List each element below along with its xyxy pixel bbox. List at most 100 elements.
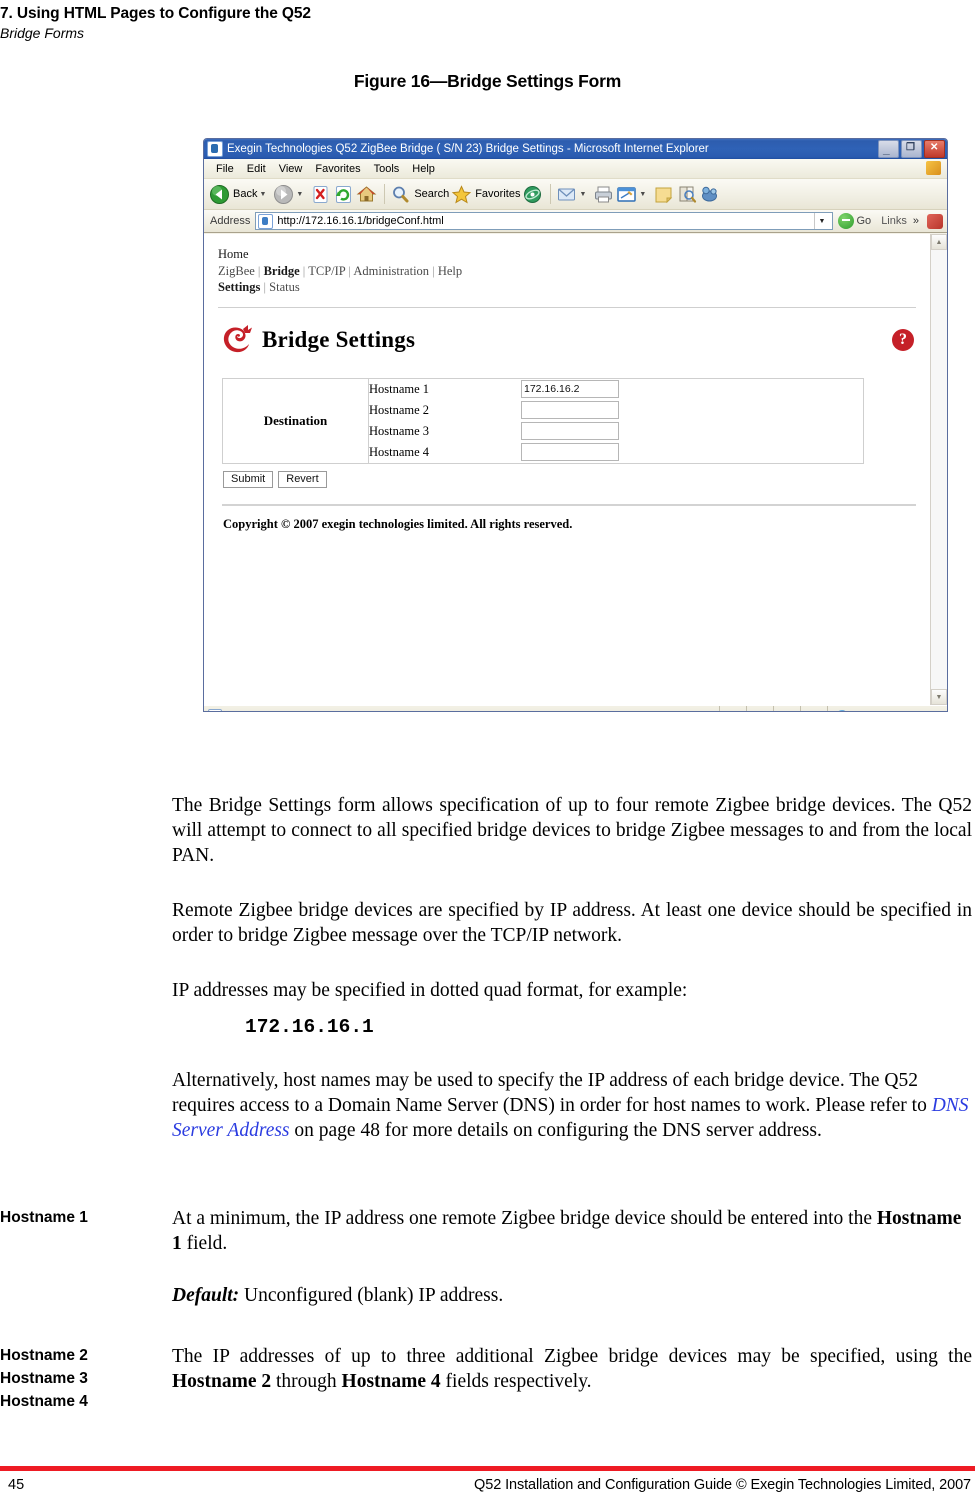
hostname-4-label: Hostname 4 [369, 444, 430, 459]
web-page-content: Home ZigBee | Bridge | TCP/IP | Administ… [204, 234, 930, 705]
back-button[interactable]: Back ▼ [209, 184, 271, 205]
menu-favorites[interactable]: Favorites [309, 162, 367, 176]
favorites-button[interactable]: Favorites [451, 184, 520, 205]
home-button[interactable] [356, 184, 377, 205]
edit-button[interactable]: ▼ [616, 184, 651, 205]
scroll-up-icon[interactable]: ▲ [931, 234, 947, 250]
mail-icon [556, 184, 577, 205]
menu-view[interactable]: View [273, 162, 310, 176]
nav-link-administration[interactable]: Administration [353, 264, 429, 278]
hostname-fields: Hostname 1 Hostname 2 Hostname 3 Ho [369, 378, 864, 463]
zone-label: Internet [853, 710, 890, 712]
default-value-text: Unconfigured (blank) IP address. [239, 1285, 504, 1306]
media-button[interactable] [522, 184, 543, 205]
nav-link-tcpip[interactable]: TCP/IP [308, 264, 345, 278]
hostname-2-input[interactable] [521, 401, 619, 419]
links-label[interactable]: Links [881, 215, 907, 227]
forward-dropdown-icon[interactable]: ▼ [296, 191, 303, 198]
code-example-ip: 172.16.16.1 [245, 1016, 374, 1038]
hostname1-text-part1: At a minimum, the IP address one remote … [172, 1208, 877, 1229]
browser-window: Exegin Technologies Q52 ZigBee Bridge ( … [203, 138, 948, 712]
address-input[interactable]: http://172.16.16.1/bridgeConf.html ▼ [255, 212, 833, 230]
go-button[interactable]: Go [837, 213, 871, 229]
hostname1-text-part2: field. [181, 1233, 228, 1254]
mail-button[interactable]: ▼ [556, 184, 591, 205]
nav-link-settings[interactable]: Settings [218, 280, 260, 294]
nav-link-help[interactable]: Help [438, 264, 462, 278]
hostname234-bold-ref-1: Hostname 2 [172, 1371, 272, 1392]
nav-row-3: Settings | Status [218, 279, 930, 296]
footer-divider [222, 503, 916, 506]
ie-logo-icon [926, 161, 941, 175]
nav-link-status[interactable]: Status [269, 280, 300, 294]
browser-title-text: Exegin Technologies Q52 ZigBee Bridge ( … [227, 143, 709, 155]
research-button[interactable] [676, 184, 697, 205]
menu-tools[interactable]: Tools [368, 162, 407, 176]
security-zone[interactable]: Internet [828, 706, 933, 712]
go-arrow-icon [837, 213, 854, 229]
help-icon[interactable]: ? [892, 328, 914, 351]
messenger-button[interactable] [699, 184, 720, 205]
nav-link-zigbee[interactable]: ZigBee [218, 264, 255, 278]
hostname-1-label: Hostname 1 [369, 381, 430, 396]
hostname234-bold-ref-2: Hostname 4 [341, 1371, 441, 1392]
submit-button[interactable]: Submit [223, 470, 274, 488]
search-button[interactable]: Search [390, 184, 449, 205]
nav-link-bridge[interactable]: Bridge [264, 264, 300, 278]
mail-dropdown-icon[interactable]: ▼ [579, 191, 586, 198]
resize-grip-icon[interactable] [933, 706, 947, 711]
minimize-button[interactable]: _ [878, 140, 899, 158]
stop-button[interactable] [310, 184, 331, 205]
menu-file[interactable]: File [210, 162, 241, 176]
note-icon [653, 184, 674, 205]
research-icon [676, 184, 697, 205]
browser-addressbar: Address http://172.16.16.1/bridgeConf.ht… [204, 210, 947, 233]
toolbar-overflow-icon[interactable]: » [913, 215, 919, 227]
hostname-1-input[interactable] [521, 380, 619, 398]
hostname-3-label: Hostname 3 [369, 423, 430, 438]
hostname234-text-part1: The IP addresses of up to three addition… [172, 1346, 972, 1367]
nav-row-1: Home [218, 246, 930, 263]
messenger-icon [699, 184, 720, 205]
menu-edit[interactable]: Edit [241, 162, 273, 176]
hostname234-text-part3: fields respectively. [440, 1371, 592, 1392]
address-dropdown-icon[interactable]: ▼ [813, 213, 830, 229]
back-dropdown-icon[interactable]: ▼ [259, 191, 266, 198]
hostname-2-label: Hostname 2 [369, 402, 430, 417]
status-text: Done [226, 710, 252, 712]
side-label-hostname-2: Hostname 2 [0, 1347, 88, 1364]
forward-button[interactable]: ▼ [273, 184, 308, 205]
edit-dropdown-icon[interactable]: ▼ [639, 191, 646, 198]
forward-arrow-icon [273, 184, 294, 205]
home-icon [356, 184, 377, 205]
nav-link-home[interactable]: Home [218, 247, 249, 261]
address-url-text: http://172.16.16.1/bridgeConf.html [277, 215, 444, 227]
field-row-hostname-2: Hostname 2 [369, 400, 863, 421]
page-heading: Bridge Settings [262, 326, 416, 352]
nav-divider [218, 306, 916, 308]
vertical-scrollbar[interactable]: ▲ ▼ [930, 234, 947, 705]
nav-separator: | [348, 263, 351, 278]
running-head-section: Bridge Forms [0, 25, 85, 41]
refresh-button[interactable] [333, 184, 354, 205]
page-number: 45 [8, 1477, 25, 1493]
menu-help[interactable]: Help [406, 162, 442, 176]
edit-page-icon [616, 184, 637, 205]
close-button[interactable]: ✕ [924, 140, 945, 158]
maximize-button[interactable]: ❐ [901, 140, 922, 158]
footer-guide-text: Q52 Installation and Configuration Guide… [474, 1477, 971, 1493]
browser-toolbar: Back ▼ ▼ Search Favorites ▼ ▼ [204, 179, 947, 210]
hostname-4-input[interactable] [521, 443, 619, 461]
status-slot-4 [801, 706, 828, 711]
scroll-down-icon[interactable]: ▼ [931, 689, 947, 705]
running-head: 7. Using HTML Pages to Configure the Q52… [0, 4, 975, 43]
browser-menubar: File Edit View Favorites Tools Help [204, 159, 947, 179]
print-button[interactable] [593, 184, 614, 205]
default-label: Default: [172, 1285, 240, 1306]
hostname-3-input[interactable] [521, 422, 619, 440]
window-controls: _ ❐ ✕ [878, 140, 945, 158]
revert-button[interactable]: Revert [278, 470, 327, 488]
norton-icon[interactable] [927, 213, 943, 229]
note-button[interactable] [653, 184, 674, 205]
field-row-hostname-1: Hostname 1 [369, 379, 863, 400]
